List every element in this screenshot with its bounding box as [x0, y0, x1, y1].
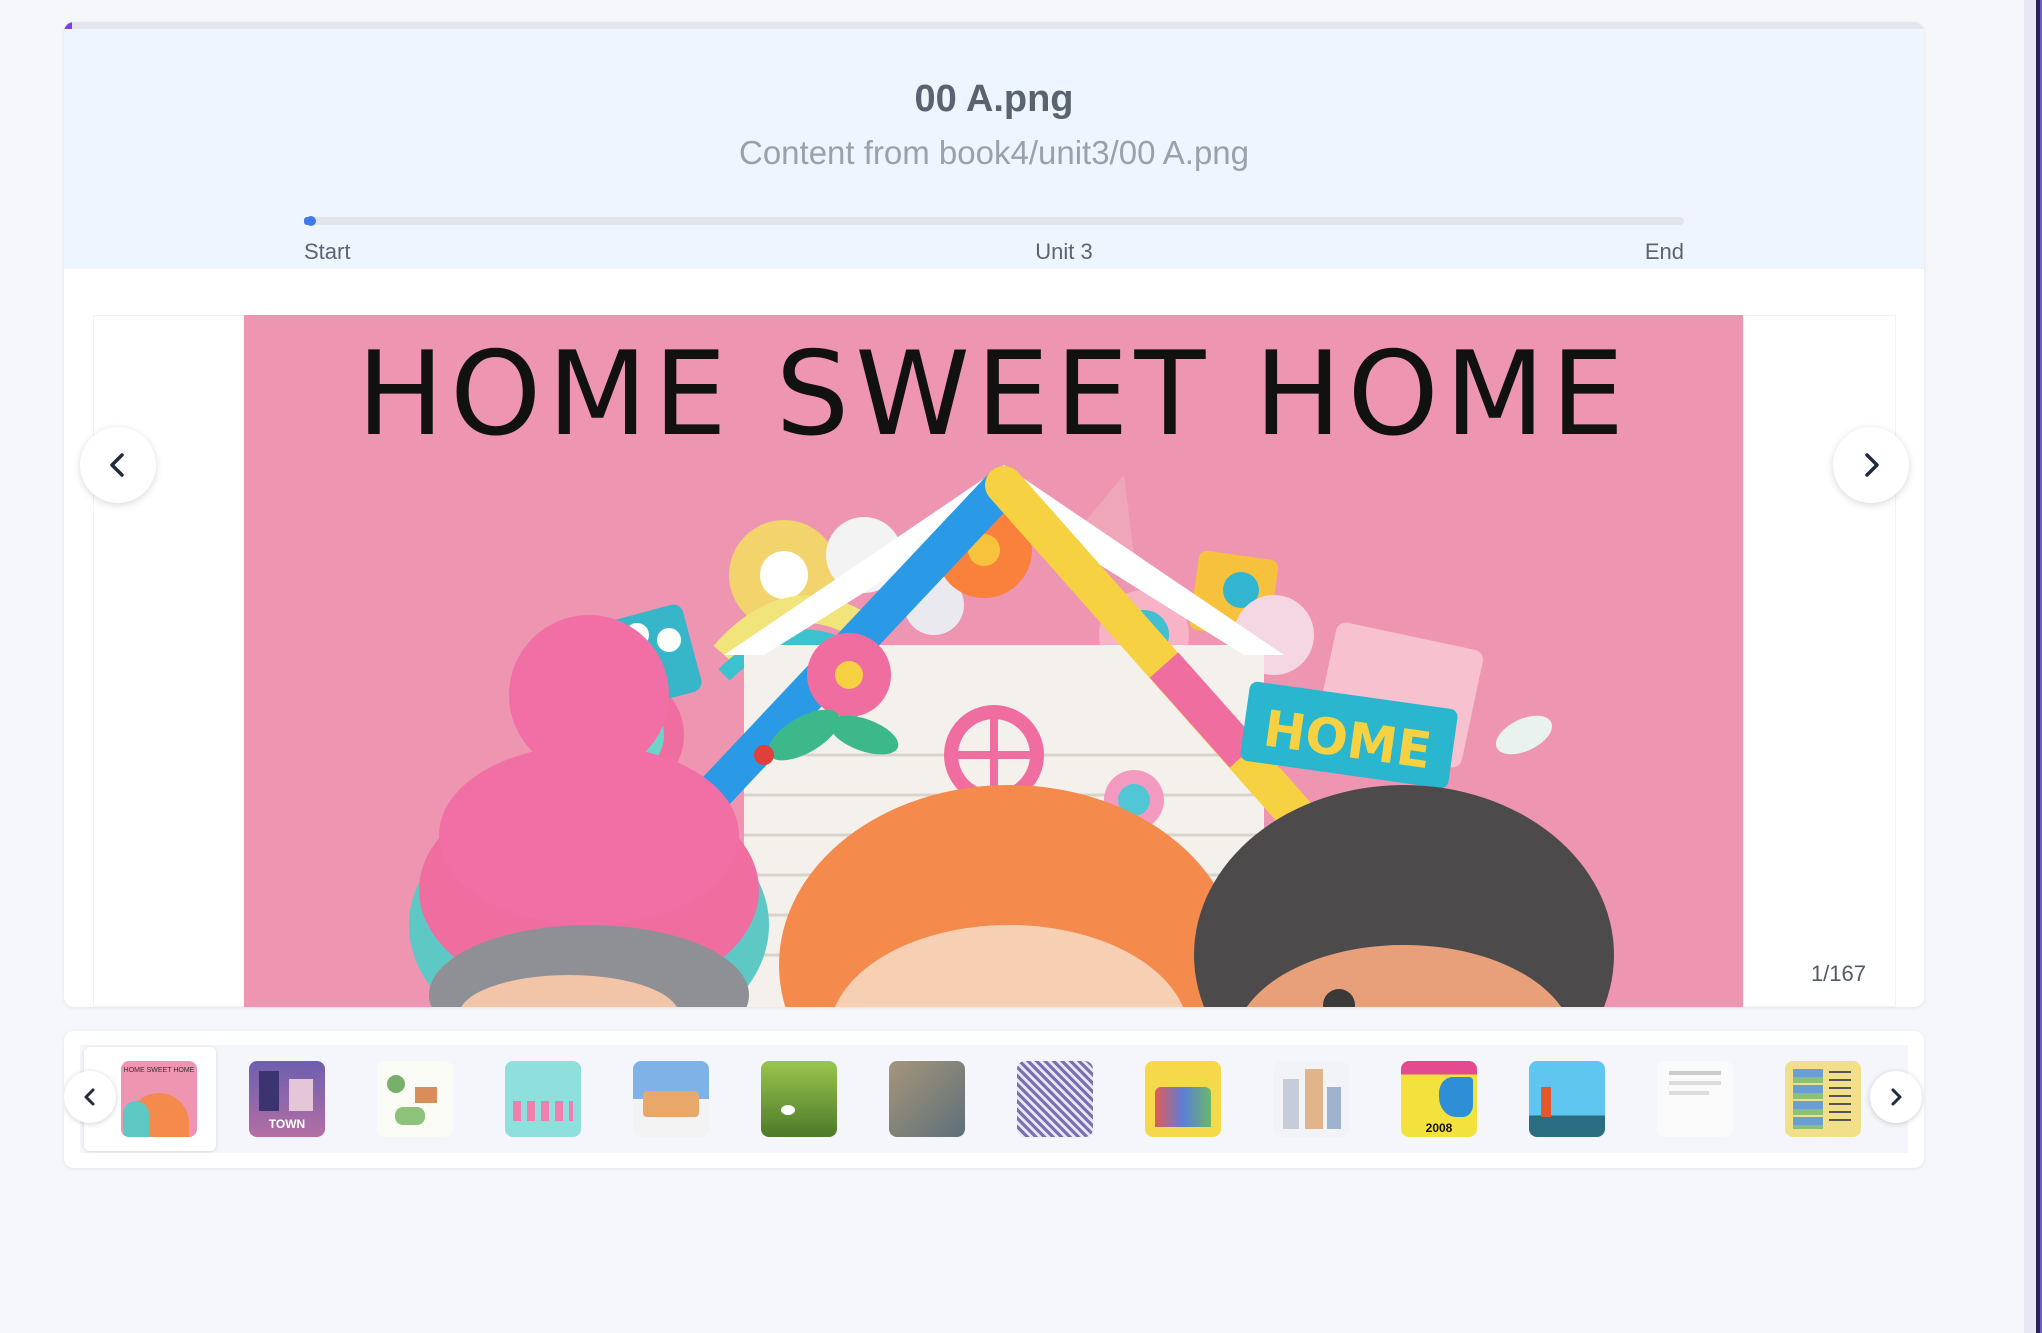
- thumbnail-3[interactable]: [377, 1061, 453, 1137]
- thumbnail-8[interactable]: [1017, 1061, 1093, 1137]
- progress-unit-label: Unit 3: [1035, 239, 1093, 264]
- thumbnail-5[interactable]: [633, 1061, 709, 1137]
- unit-progress-track[interactable]: [304, 216, 1684, 226]
- thumbnail-strip: HOME SWEET HOME TOWN 2008: [64, 1031, 1924, 1168]
- thumbnail-1[interactable]: HOME SWEET HOME: [121, 1061, 197, 1137]
- header: 00 A.png Content from book4/unit3/00 A.p…: [64, 29, 1924, 269]
- progress-start-label: Start: [304, 239, 351, 264]
- thumbnails-next-button[interactable]: [1870, 1071, 1922, 1123]
- thumbnail-10[interactable]: [1273, 1061, 1349, 1137]
- progress-end-label: End: [1644, 239, 1684, 264]
- thumbnail-2[interactable]: TOWN: [249, 1061, 325, 1137]
- slide-image: HOME SWEET HOME HOME: [244, 315, 1743, 1007]
- file-subtitle: Content from book4/unit3/00 A.png: [738, 134, 1250, 171]
- thumbnail-7[interactable]: [889, 1061, 965, 1137]
- thumbnail-14[interactable]: [1785, 1061, 1861, 1137]
- thumbnail-9[interactable]: [1145, 1061, 1221, 1137]
- chevron-right-icon: [1865, 453, 1879, 477]
- viewer-card: 00 A.png Content from book4/unit3/00 A.p…: [64, 22, 1924, 1007]
- file-title: 00 A.png: [914, 78, 1074, 120]
- thumbnail-12[interactable]: [1529, 1061, 1605, 1137]
- prev-slide-button[interactable]: [80, 427, 156, 503]
- next-slide-button[interactable]: [1833, 427, 1909, 503]
- thumbnails-prev-button[interactable]: [64, 1071, 116, 1123]
- thumbnail-4[interactable]: [505, 1061, 581, 1137]
- top-progress-fill: [64, 22, 72, 29]
- thumbnail-6[interactable]: [761, 1061, 837, 1137]
- thumbnail-2-text: TOWN: [268, 1117, 306, 1131]
- thumbnail-1-text: HOME SWEET HOME: [123, 1067, 195, 1074]
- slide-stage: HOME SWEET HOME HOME 1/167: [80, 315, 1909, 1007]
- unit-progress-handle[interactable]: [306, 216, 317, 226]
- window-edge: [2024, 0, 2042, 1333]
- chevron-left-icon: [84, 1088, 95, 1106]
- top-progress-bar: [64, 22, 1924, 29]
- slide-illustration: HOME: [409, 465, 1614, 1007]
- chevron-right-icon: [1891, 1088, 1902, 1106]
- slide-counter: 1/167: [1810, 961, 1866, 986]
- thumbnail-track: HOME SWEET HOME TOWN 2008: [80, 1045, 1908, 1153]
- thumbnail-11[interactable]: 2008: [1401, 1061, 1477, 1137]
- thumbnail-13[interactable]: [1657, 1061, 1733, 1137]
- chevron-left-icon: [110, 453, 124, 477]
- thumbnail-11-text: 2008: [1425, 1121, 1453, 1135]
